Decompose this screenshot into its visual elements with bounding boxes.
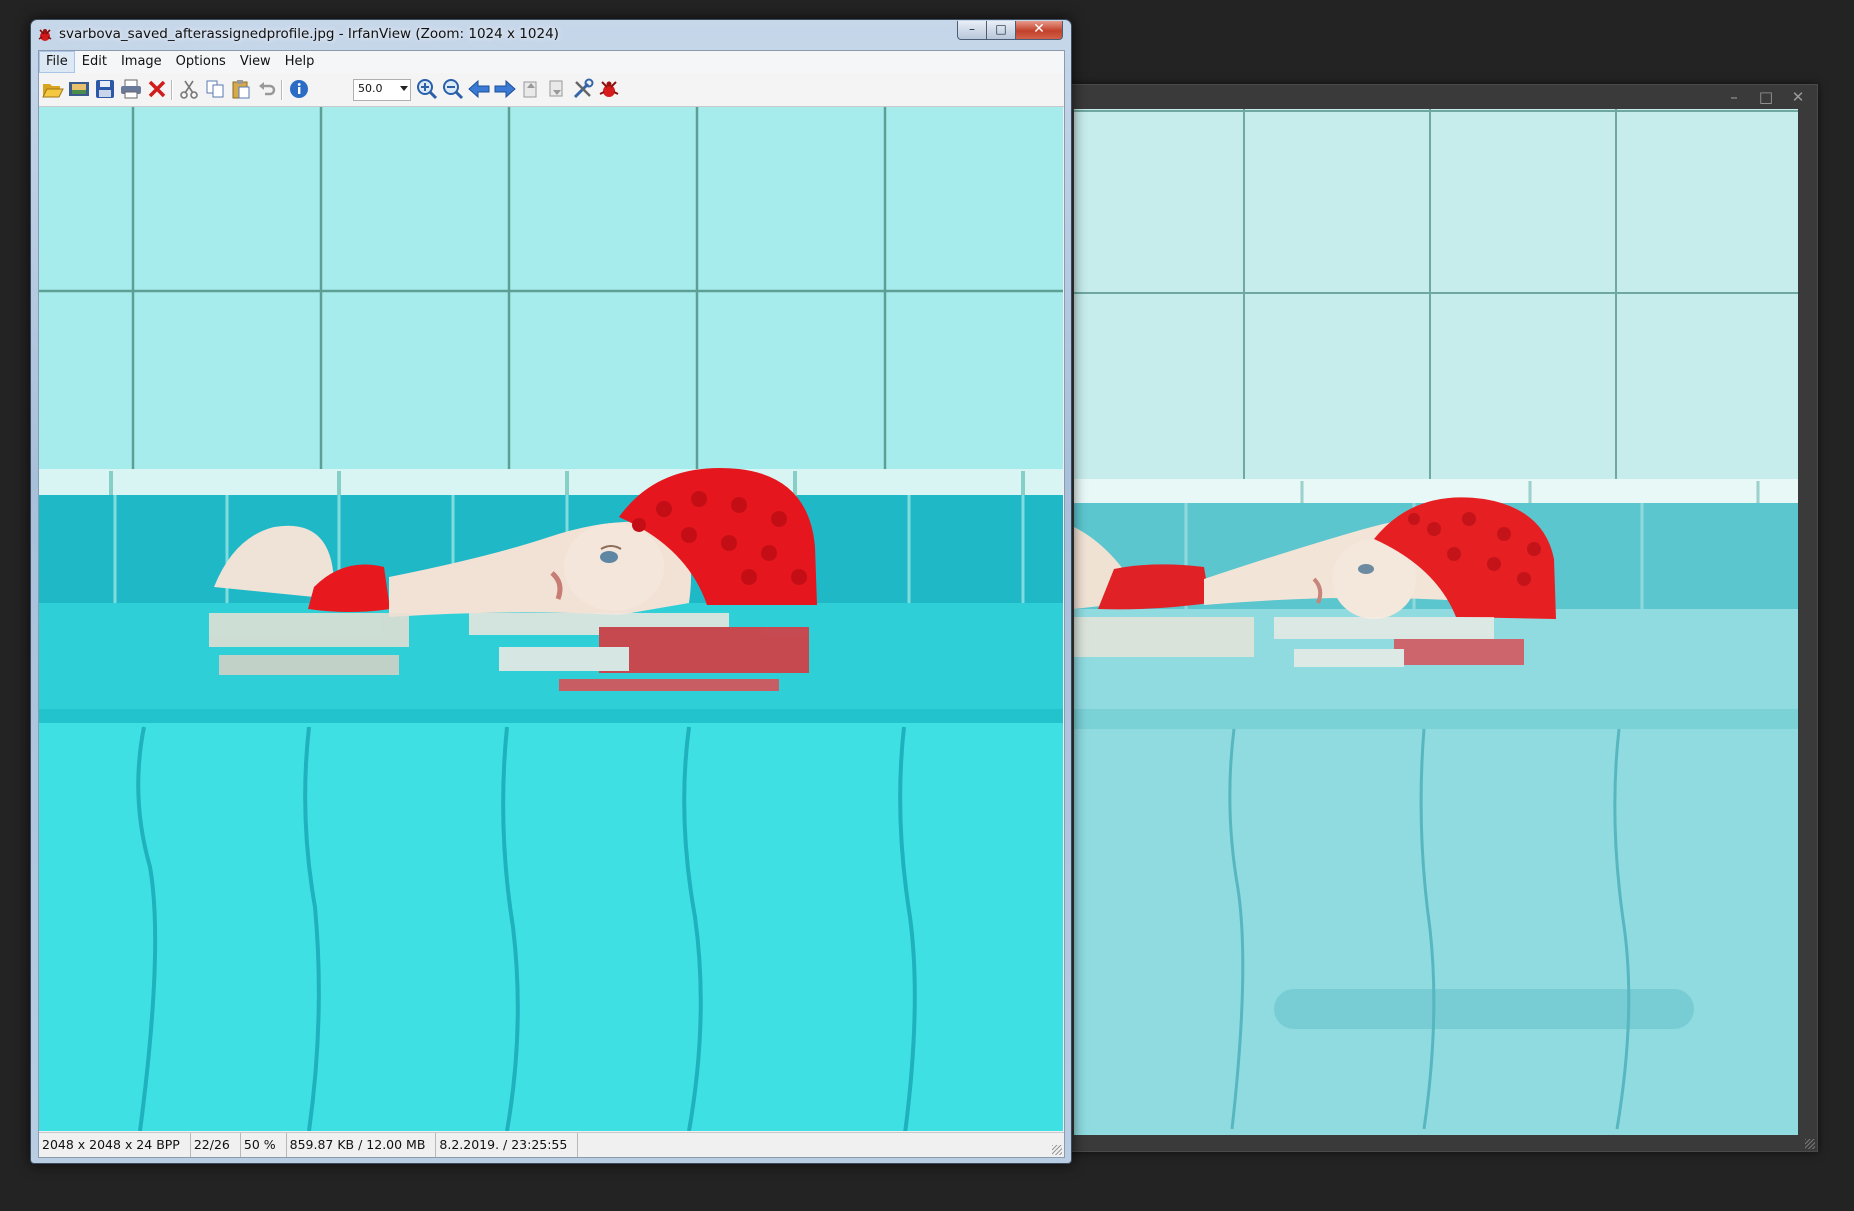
slideshow-icon[interactable] xyxy=(67,78,91,100)
close-button[interactable]: ✕ xyxy=(1016,21,1063,40)
zoom-in-icon[interactable] xyxy=(415,78,439,100)
open-folder-icon[interactable] xyxy=(41,78,65,100)
menu-edit[interactable]: Edit xyxy=(75,51,114,73)
copy-icon[interactable] xyxy=(203,78,227,100)
window-client-area: File Edit Image Options View Help 50.0 2… xyxy=(38,50,1065,1158)
save-icon[interactable] xyxy=(93,78,117,100)
paste-icon[interactable] xyxy=(229,78,253,100)
zoom-combo[interactable]: 50.0 xyxy=(353,79,411,101)
menu-options[interactable]: Options xyxy=(169,51,233,73)
window-title: svarbova_saved_afterassignedprofile.jpg … xyxy=(59,26,559,42)
background-photo xyxy=(1074,109,1798,1135)
toolbar: 50.0 xyxy=(39,73,1064,107)
menu-bar: File Edit Image Options View Help xyxy=(39,51,1064,74)
status-bar: 2048 x 2048 x 24 BPP 22/26 50 % 859.87 K… xyxy=(39,1132,1064,1157)
settings-icon[interactable] xyxy=(571,78,595,100)
status-datetime: 8.2.2019. / 23:25:55 xyxy=(436,1133,579,1157)
status-file-index: 22/26 xyxy=(191,1133,241,1157)
status-zoom: 50 % xyxy=(241,1133,287,1157)
background-maximize-button[interactable]: □ xyxy=(1755,87,1777,107)
move-up-icon[interactable] xyxy=(519,78,543,100)
irfanview-window[interactable]: svarbova_saved_afterassignedprofile.jpg … xyxy=(30,19,1072,1164)
image-display-area[interactable] xyxy=(39,107,1063,1131)
background-minimize-button[interactable]: – xyxy=(1723,87,1745,107)
title-bar[interactable]: svarbova_saved_afterassignedprofile.jpg … xyxy=(31,20,1071,50)
irfanview-app-icon xyxy=(37,27,53,43)
menu-view[interactable]: View xyxy=(233,51,278,73)
print-icon[interactable] xyxy=(119,78,143,100)
undo-icon[interactable] xyxy=(255,78,279,100)
menu-file[interactable]: File xyxy=(39,51,75,73)
resize-grip[interactable] xyxy=(1052,1145,1062,1155)
background-window-titlebar[interactable]: – □ ✕ xyxy=(1060,85,1817,109)
previous-icon[interactable] xyxy=(467,78,491,100)
irfanview-icon[interactable] xyxy=(597,78,621,100)
status-dimensions: 2048 x 2048 x 24 BPP xyxy=(39,1133,191,1157)
cut-icon[interactable] xyxy=(177,78,201,100)
chevron-down-icon[interactable] xyxy=(400,86,408,91)
move-down-icon[interactable] xyxy=(545,78,569,100)
delete-icon[interactable] xyxy=(145,78,169,100)
background-image-window[interactable]: – □ ✕ xyxy=(1059,84,1818,1152)
background-resize-grip[interactable] xyxy=(1805,1139,1815,1149)
maximize-button[interactable]: □ xyxy=(987,21,1016,40)
menu-help[interactable]: Help xyxy=(278,51,322,73)
zoom-value: 50.0 xyxy=(358,82,383,95)
info-icon[interactable] xyxy=(287,78,311,100)
zoom-out-icon[interactable] xyxy=(441,78,465,100)
next-icon[interactable] xyxy=(493,78,517,100)
menu-image[interactable]: Image xyxy=(114,51,169,73)
status-file-size: 859.87 KB / 12.00 MB xyxy=(287,1133,437,1157)
minimize-button[interactable]: – xyxy=(957,21,987,40)
background-close-button[interactable]: ✕ xyxy=(1787,87,1809,107)
